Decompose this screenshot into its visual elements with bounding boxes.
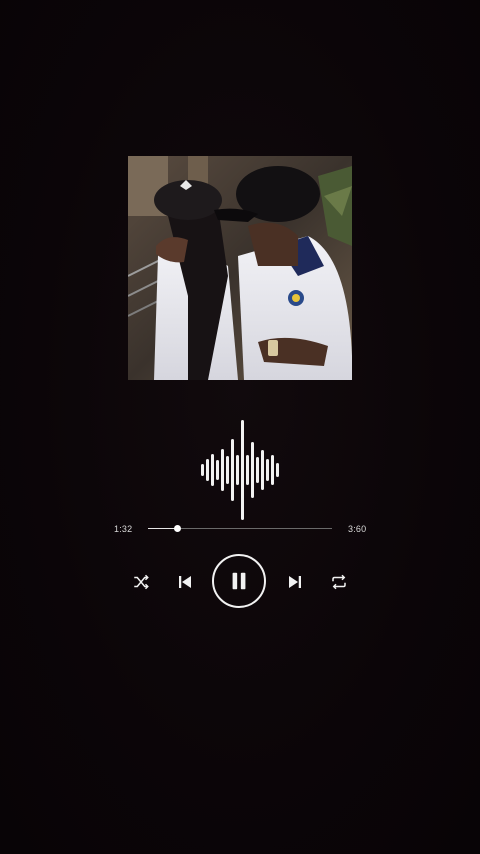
next-button[interactable]	[286, 572, 304, 592]
waveform-bar	[221, 449, 224, 491]
total-time: 3:60	[348, 524, 367, 534]
waveform-bar	[251, 442, 254, 498]
waveform-bar	[231, 439, 234, 501]
waveform-bar	[246, 455, 249, 485]
waveform-bar	[276, 463, 279, 477]
waveform-bar	[271, 455, 274, 485]
waveform-bar	[266, 459, 269, 481]
pause-icon	[232, 572, 246, 590]
waveform-bar	[216, 460, 219, 480]
repeat-icon	[332, 574, 346, 590]
album-art	[128, 156, 352, 380]
waveform-bar	[256, 457, 259, 483]
shuffle-icon	[134, 574, 149, 590]
repeat-button[interactable]	[330, 573, 348, 591]
waveform-bar	[201, 464, 204, 476]
skip-previous-icon	[179, 576, 191, 588]
waveform-bar	[241, 420, 244, 520]
waveform-bar	[206, 459, 209, 481]
play-pause-button[interactable]	[212, 554, 266, 608]
waveform-icon	[200, 420, 280, 520]
music-player-screen: 1:32 3:60	[0, 0, 480, 854]
waveform-bar	[226, 456, 229, 484]
previous-button[interactable]	[176, 572, 194, 592]
waveform-bar	[211, 454, 214, 486]
waveform-bar	[236, 455, 239, 485]
shuffle-button[interactable]	[132, 573, 150, 591]
elapsed-time: 1:32	[114, 524, 133, 534]
progress-thumb[interactable]	[173, 525, 181, 532]
waveform-bar	[261, 450, 264, 490]
skip-next-icon	[289, 576, 301, 588]
